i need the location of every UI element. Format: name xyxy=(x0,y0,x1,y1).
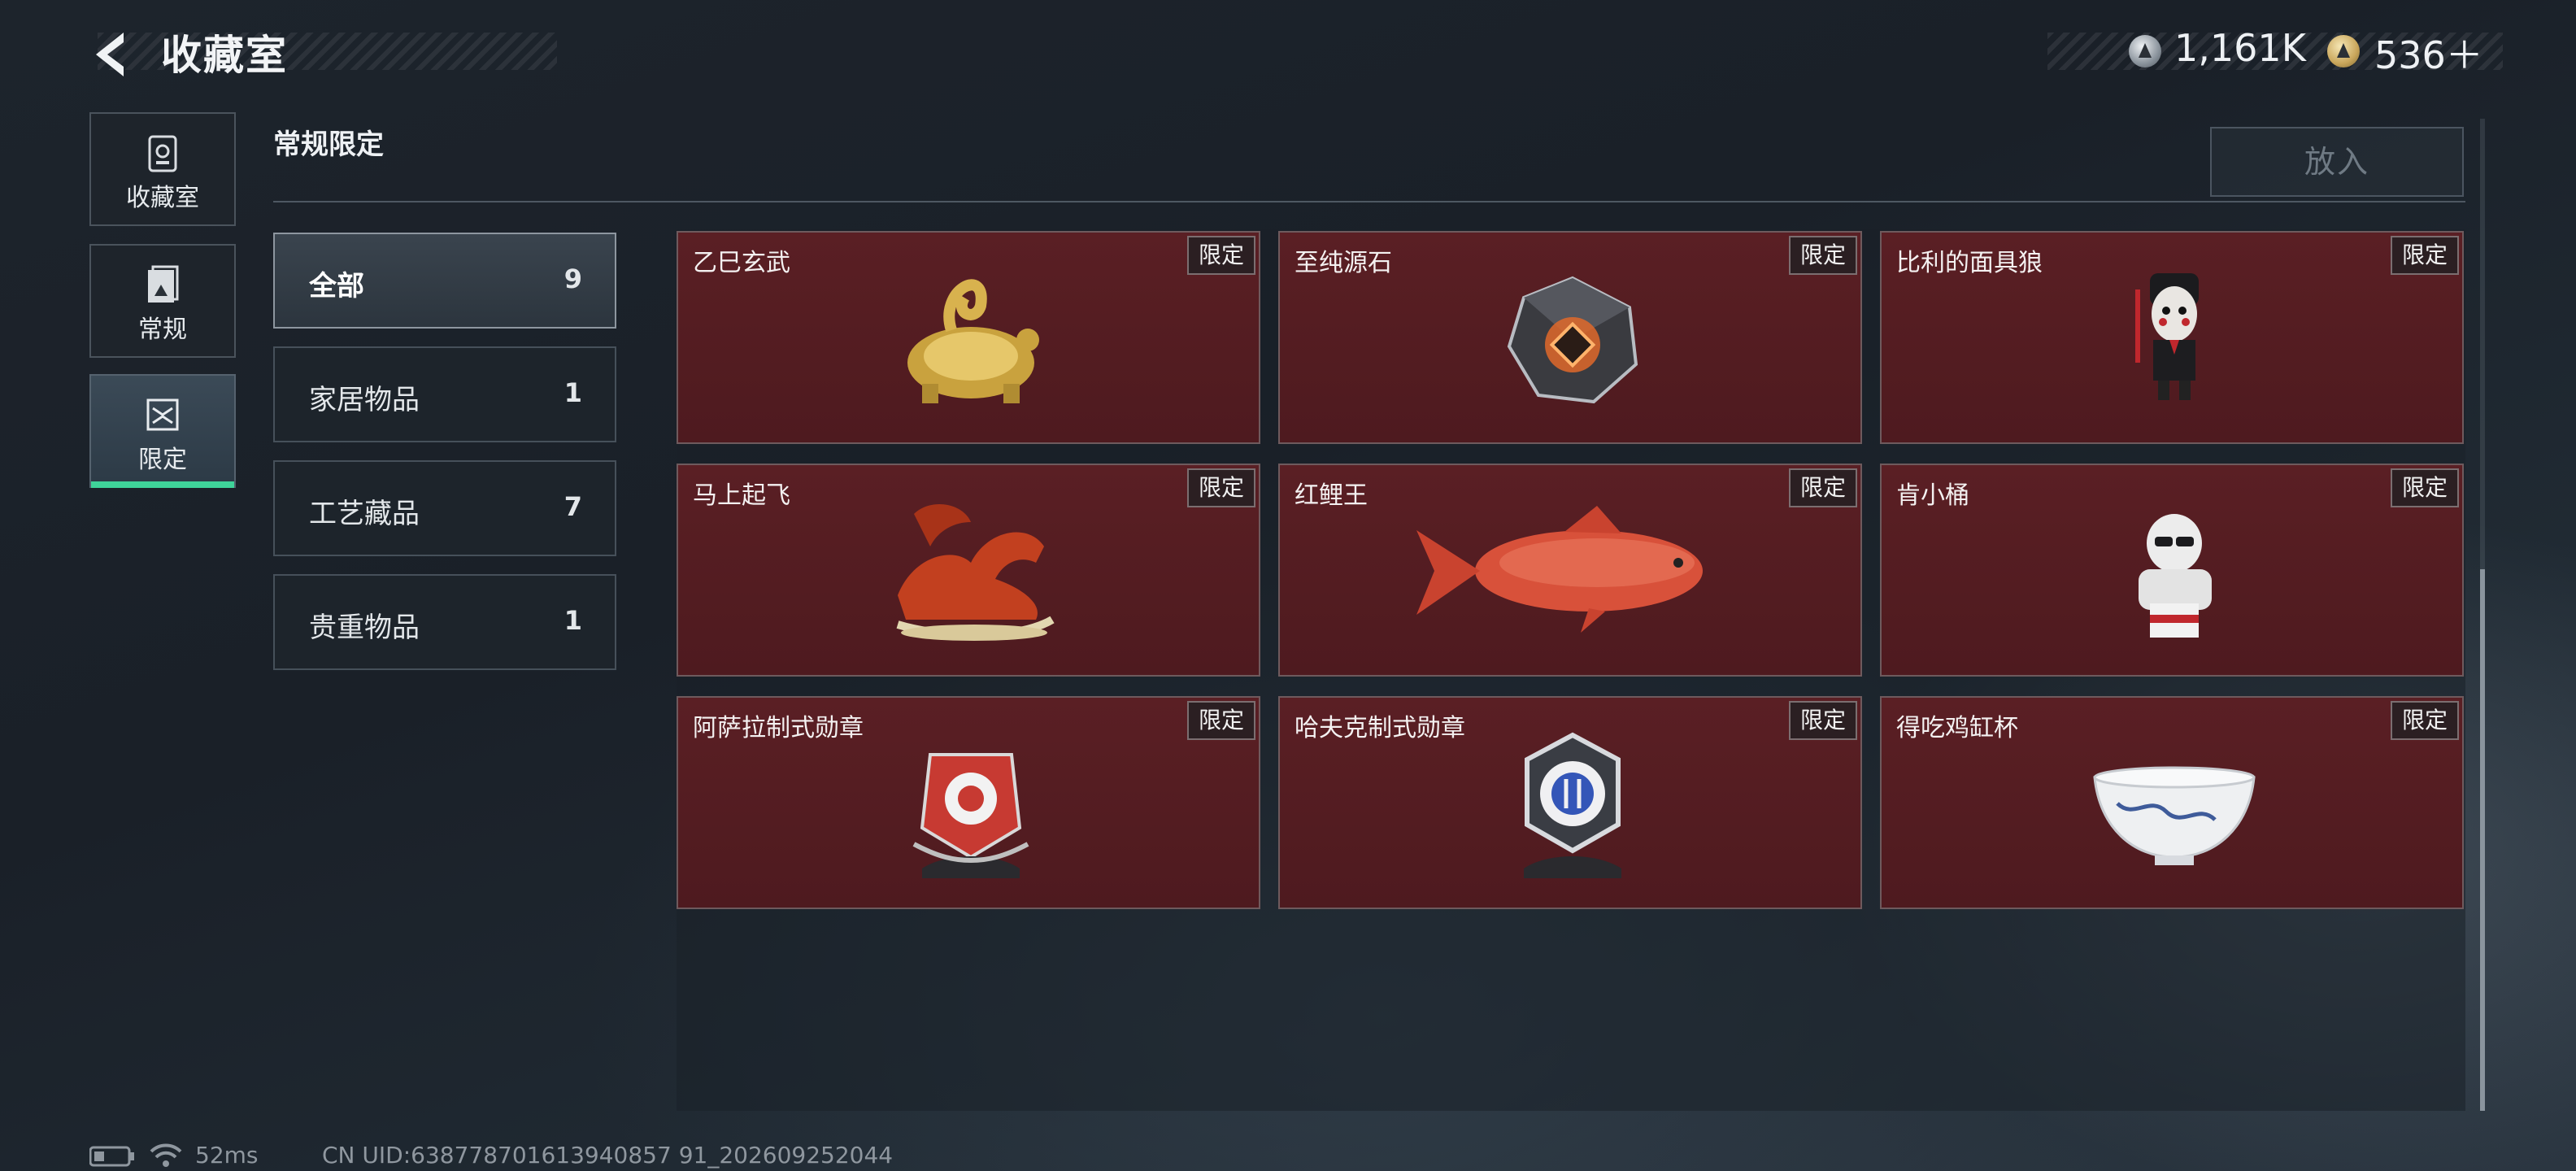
limited-tag: 限定 xyxy=(1186,468,1255,507)
category-household[interactable]: 家居物品 1 xyxy=(273,346,616,442)
category-count: 7 xyxy=(564,491,582,522)
category-name: 全部 xyxy=(309,270,364,303)
item-card[interactable]: 得吃鸡缸杯 限定 xyxy=(1880,696,2464,909)
collection-room-icon xyxy=(148,135,177,172)
nav-tab-regular[interactable]: 常规 xyxy=(89,244,236,358)
silver-coin-icon xyxy=(2129,35,2161,67)
item-card[interactable]: 红鲤王 限定 xyxy=(1278,464,1862,677)
nav-label: 收藏室 xyxy=(126,184,199,212)
item-card[interactable]: 肯小桶 限定 xyxy=(1880,464,2464,677)
item-name: 马上起飞 xyxy=(693,481,790,510)
nav-tab-collection-room[interactable]: 收藏室 xyxy=(89,112,236,226)
limited-tag: 限定 xyxy=(1788,701,1857,740)
latency-text: 52ms xyxy=(195,1142,259,1169)
item-card[interactable]: 阿萨拉制式勋章 限定 xyxy=(677,696,1260,909)
category-count: 9 xyxy=(564,263,582,294)
item-name: 比利的面具狼 xyxy=(1896,249,2043,277)
limited-tag: 限定 xyxy=(1186,701,1255,740)
item-name: 肯小桶 xyxy=(1896,481,1969,510)
gold-coin-icon xyxy=(2327,35,2360,67)
item-card[interactable]: 至纯源石 限定 xyxy=(1278,231,1862,444)
category-count: 1 xyxy=(564,605,582,636)
silver-currency-value: 1,161K xyxy=(2174,26,2306,70)
item-name: 阿萨拉制式勋章 xyxy=(693,714,864,742)
category-name: 贵重物品 xyxy=(309,612,420,644)
scrollbar-thumb[interactable] xyxy=(2480,569,2485,1111)
item-card[interactable]: 马上起飞 限定 xyxy=(677,464,1260,677)
page-title: 收藏室 xyxy=(161,32,288,79)
item-name: 乙巳玄武 xyxy=(693,249,790,277)
gold-currency-value[interactable]: 536＋ xyxy=(2374,26,2483,80)
limited-tag: 限定 xyxy=(2390,236,2459,275)
item-name: 得吃鸡缸杯 xyxy=(1896,714,2018,742)
uid-text: CN UID:638778701613940857 91_20260925204… xyxy=(322,1142,894,1169)
battery-icon xyxy=(89,1146,134,1167)
limited-icon xyxy=(146,398,179,431)
section-title: 常规限定 xyxy=(273,128,384,161)
category-all[interactable]: 全部 9 xyxy=(273,233,616,329)
section-divider xyxy=(273,201,2465,202)
item-card[interactable]: 比利的面具狼 限定 xyxy=(1880,231,2464,444)
item-name: 至纯源石 xyxy=(1295,249,1392,277)
limited-tag: 限定 xyxy=(2390,468,2459,507)
category-crafts[interactable]: 工艺藏品 7 xyxy=(273,460,616,556)
limited-tag: 限定 xyxy=(1186,236,1255,275)
limited-tag: 限定 xyxy=(2390,701,2459,740)
item-card[interactable]: 哈夫克制式勋章 限定 xyxy=(1278,696,1862,909)
limited-tag: 限定 xyxy=(1788,236,1857,275)
limited-tag: 限定 xyxy=(1788,468,1857,507)
deposit-button[interactable]: 放入 xyxy=(2210,127,2464,197)
back-arrow-icon[interactable] xyxy=(88,28,141,81)
category-name: 家居物品 xyxy=(309,384,420,416)
regular-icon xyxy=(148,265,179,303)
category-count: 1 xyxy=(564,377,582,408)
nav-tab-limited[interactable]: 限定 xyxy=(89,374,236,488)
nav-label: 限定 xyxy=(138,446,187,474)
nav-label: 常规 xyxy=(138,316,187,344)
category-valuables[interactable]: 贵重物品 1 xyxy=(273,574,616,670)
item-card[interactable]: 乙巳玄武 限定 xyxy=(677,231,1260,444)
category-name: 工艺藏品 xyxy=(309,498,420,530)
item-name: 红鲤王 xyxy=(1295,481,1368,510)
item-name: 哈夫克制式勋章 xyxy=(1295,714,1465,742)
wifi-icon xyxy=(150,1143,182,1167)
